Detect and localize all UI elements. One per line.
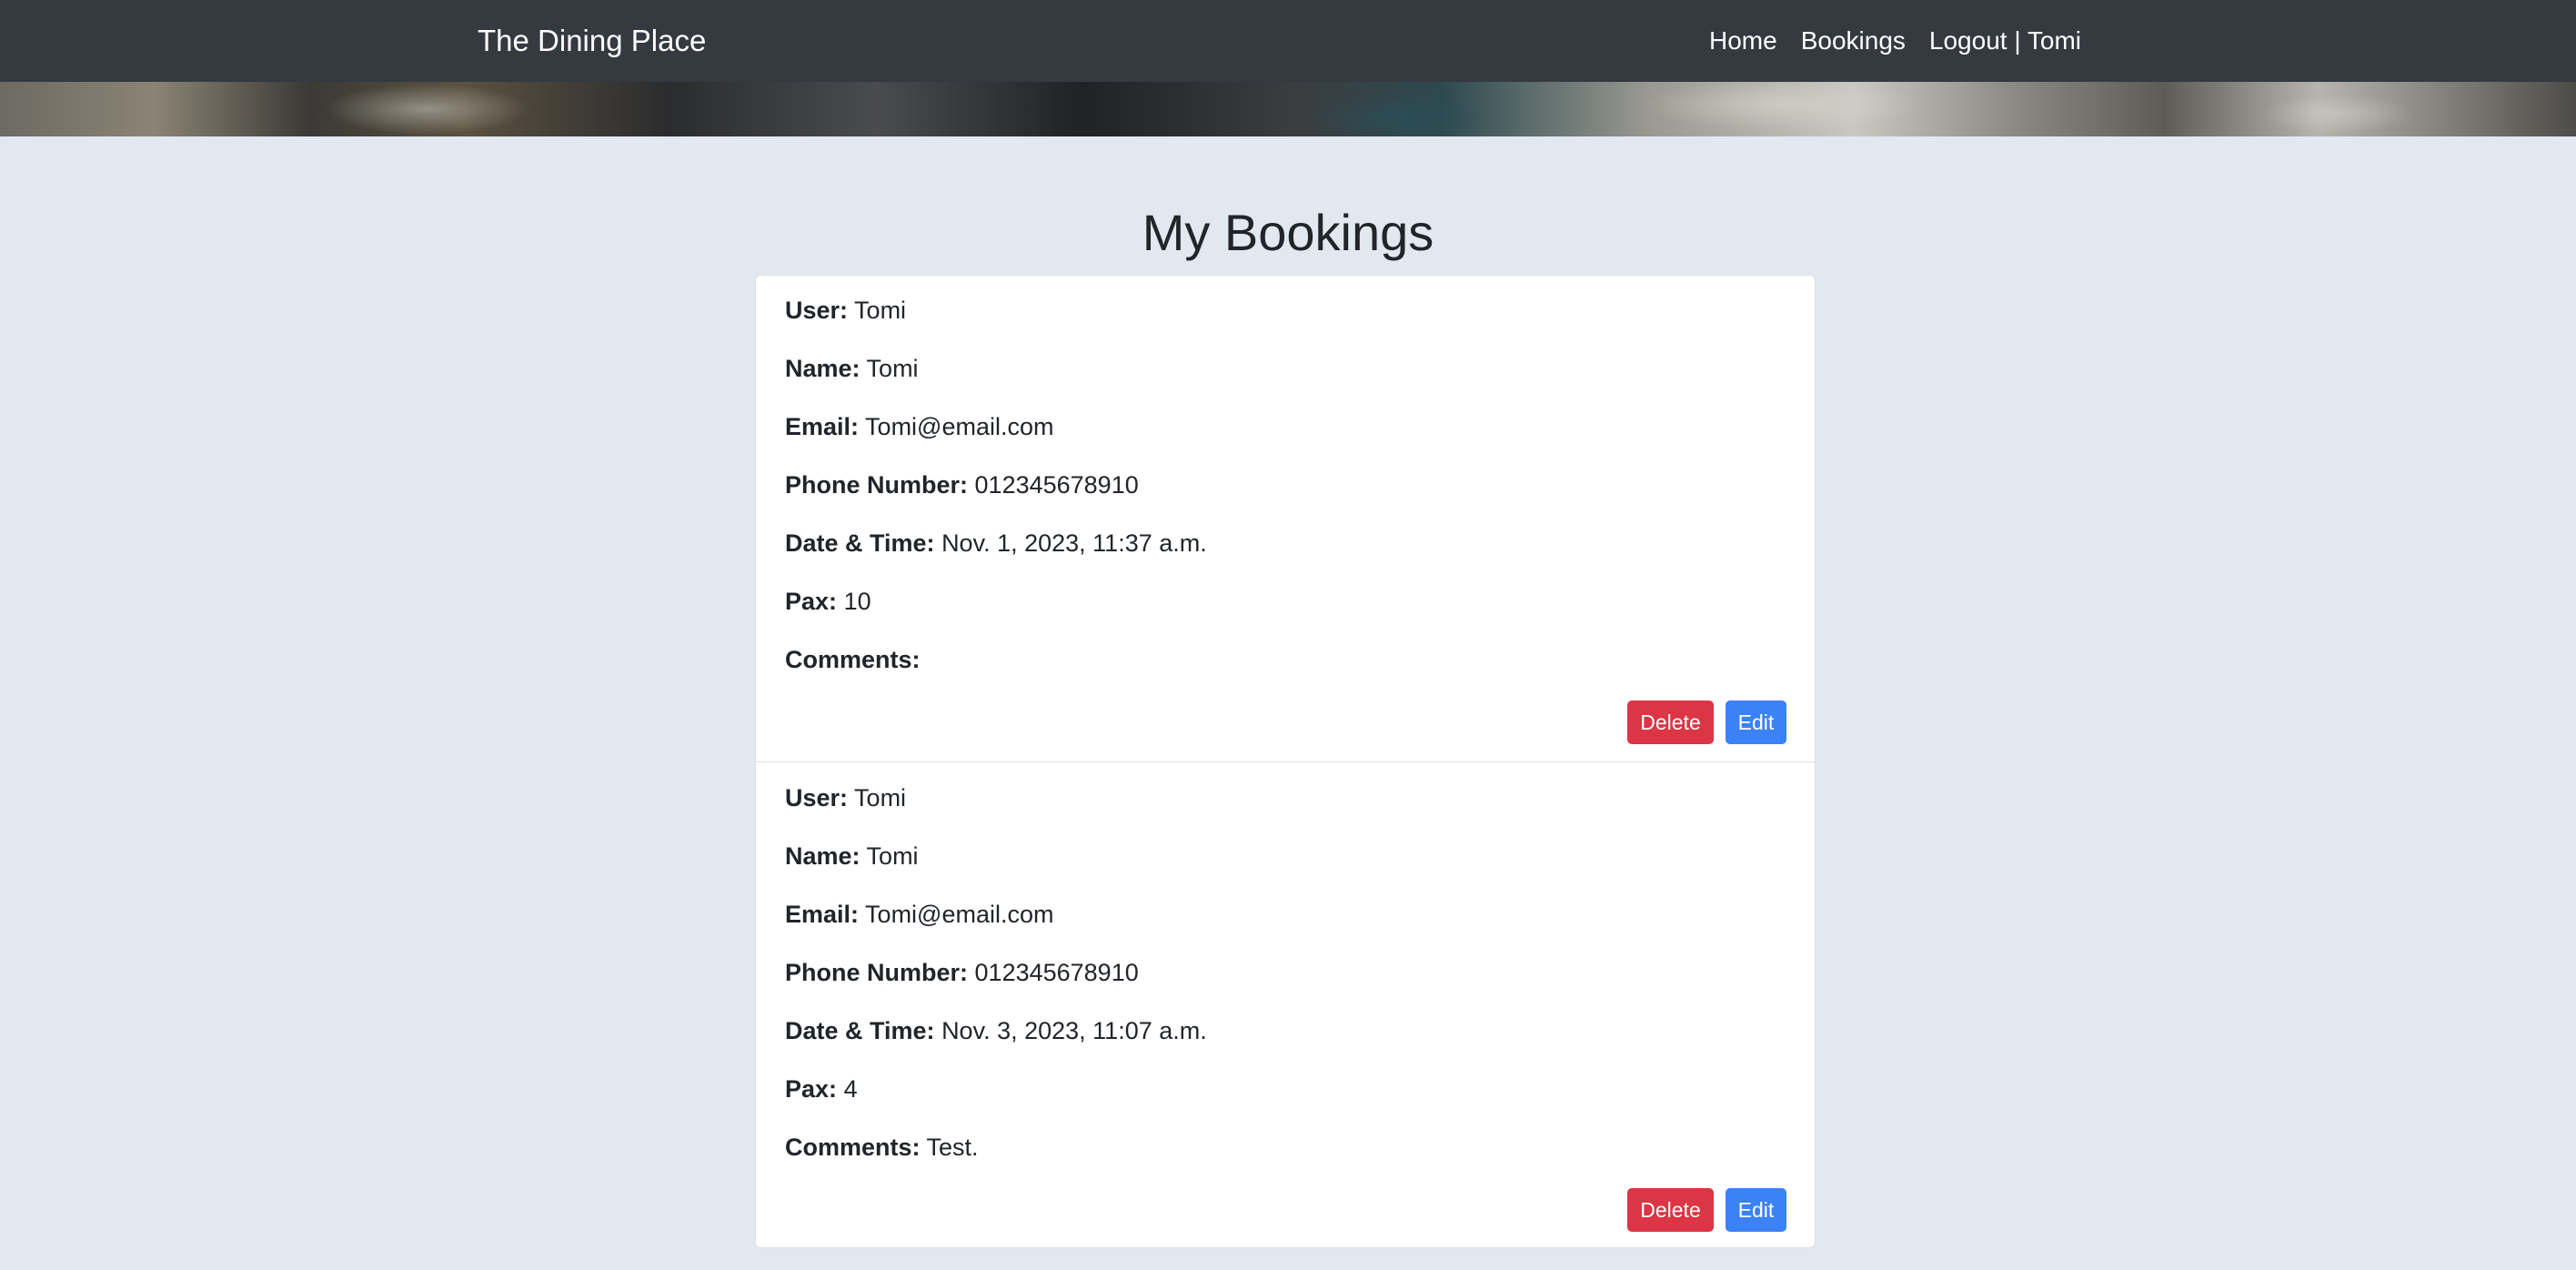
booking-pax-label: Pax: [785, 1075, 838, 1103]
booking-user: User: Tomi [785, 294, 906, 327]
booking-comments: Comments: [785, 643, 921, 676]
nav-bookings-link[interactable]: Bookings [1801, 21, 1906, 61]
booking-datetime: Date & Time: Nov. 1, 2023, 11:37 a.m. [785, 527, 1207, 559]
brand-link[interactable]: The Dining Place [478, 21, 706, 61]
navbar: The Dining Place Home Bookings Logout | … [0, 0, 2576, 82]
booking-datetime-value: Nov. 3, 2023, 11:07 a.m. [941, 1017, 1207, 1044]
booking-email-label: Email: [785, 901, 860, 928]
booking-pax-label: Pax: [785, 588, 838, 615]
booking-comments-label: Comments: [785, 1134, 921, 1161]
booking-name-label: Name: [785, 355, 860, 382]
booking-phone-value: 012345678910 [974, 471, 1139, 499]
booking-user-value: Tomi [854, 297, 907, 324]
booking-comments-label: Comments: [785, 646, 921, 673]
booking-item: User: Tomi Name: Tomi Email: Tomi@email.… [756, 762, 1815, 1249]
booking-email-value: Tomi@email.com [865, 901, 1054, 928]
edit-booking-button[interactable]: Edit [1726, 1188, 1786, 1232]
delete-booking-button[interactable]: Delete [1627, 701, 1714, 744]
booking-phone-label: Phone Number: [785, 471, 969, 499]
page-title: My Bookings [1142, 204, 1434, 261]
booking-name-label: Name: [785, 842, 860, 870]
booking-name: Name: Tomi [785, 352, 919, 385]
booking-email-label: Email: [785, 413, 860, 440]
booking-item: User: Tomi Name: Tomi Email: Tomi@email.… [756, 276, 1815, 762]
booking-email: Email: Tomi@email.com [785, 410, 1054, 443]
booking-phone: Phone Number: 012345678910 [785, 956, 1139, 989]
hero-banner-image [0, 82, 2576, 136]
booking-datetime-value: Nov. 1, 2023, 11:37 a.m. [941, 529, 1207, 557]
booking-pax-value: 4 [843, 1075, 858, 1103]
booking-user-label: User: [785, 784, 849, 811]
nav-links: Home Bookings Logout | Tomi [1709, 21, 2081, 61]
booking-phone: Phone Number: 012345678910 [785, 469, 1139, 501]
booking-pax: Pax: 4 [785, 1073, 858, 1105]
bookings-card: User: Tomi Name: Tomi Email: Tomi@email.… [755, 275, 1816, 1248]
booking-user-label: User: [785, 297, 849, 324]
nav-logout-link[interactable]: Logout | Tomi [1929, 21, 2081, 61]
booking-name: Name: Tomi [785, 840, 919, 872]
booking-email: Email: Tomi@email.com [785, 898, 1054, 931]
booking-datetime: Date & Time: Nov. 3, 2023, 11:07 a.m. [785, 1014, 1207, 1047]
booking-user: User: Tomi [785, 781, 906, 814]
booking-email-value: Tomi@email.com [865, 413, 1054, 440]
booking-comments: Comments: Test. [785, 1131, 979, 1164]
booking-name-value: Tomi [866, 842, 919, 870]
booking-datetime-label: Date & Time: [785, 529, 935, 557]
booking-user-value: Tomi [854, 784, 907, 811]
booking-comments-value: Test. [926, 1134, 979, 1161]
booking-pax-value: 10 [843, 588, 871, 615]
edit-booking-button[interactable]: Edit [1726, 701, 1786, 744]
booking-phone-value: 012345678910 [974, 959, 1139, 986]
booking-pax: Pax: 10 [785, 585, 871, 618]
nav-home-link[interactable]: Home [1709, 21, 1777, 61]
booking-datetime-label: Date & Time: [785, 1017, 935, 1044]
delete-booking-button[interactable]: Delete [1627, 1188, 1714, 1232]
booking-phone-label: Phone Number: [785, 959, 969, 986]
booking-name-value: Tomi [866, 355, 919, 382]
